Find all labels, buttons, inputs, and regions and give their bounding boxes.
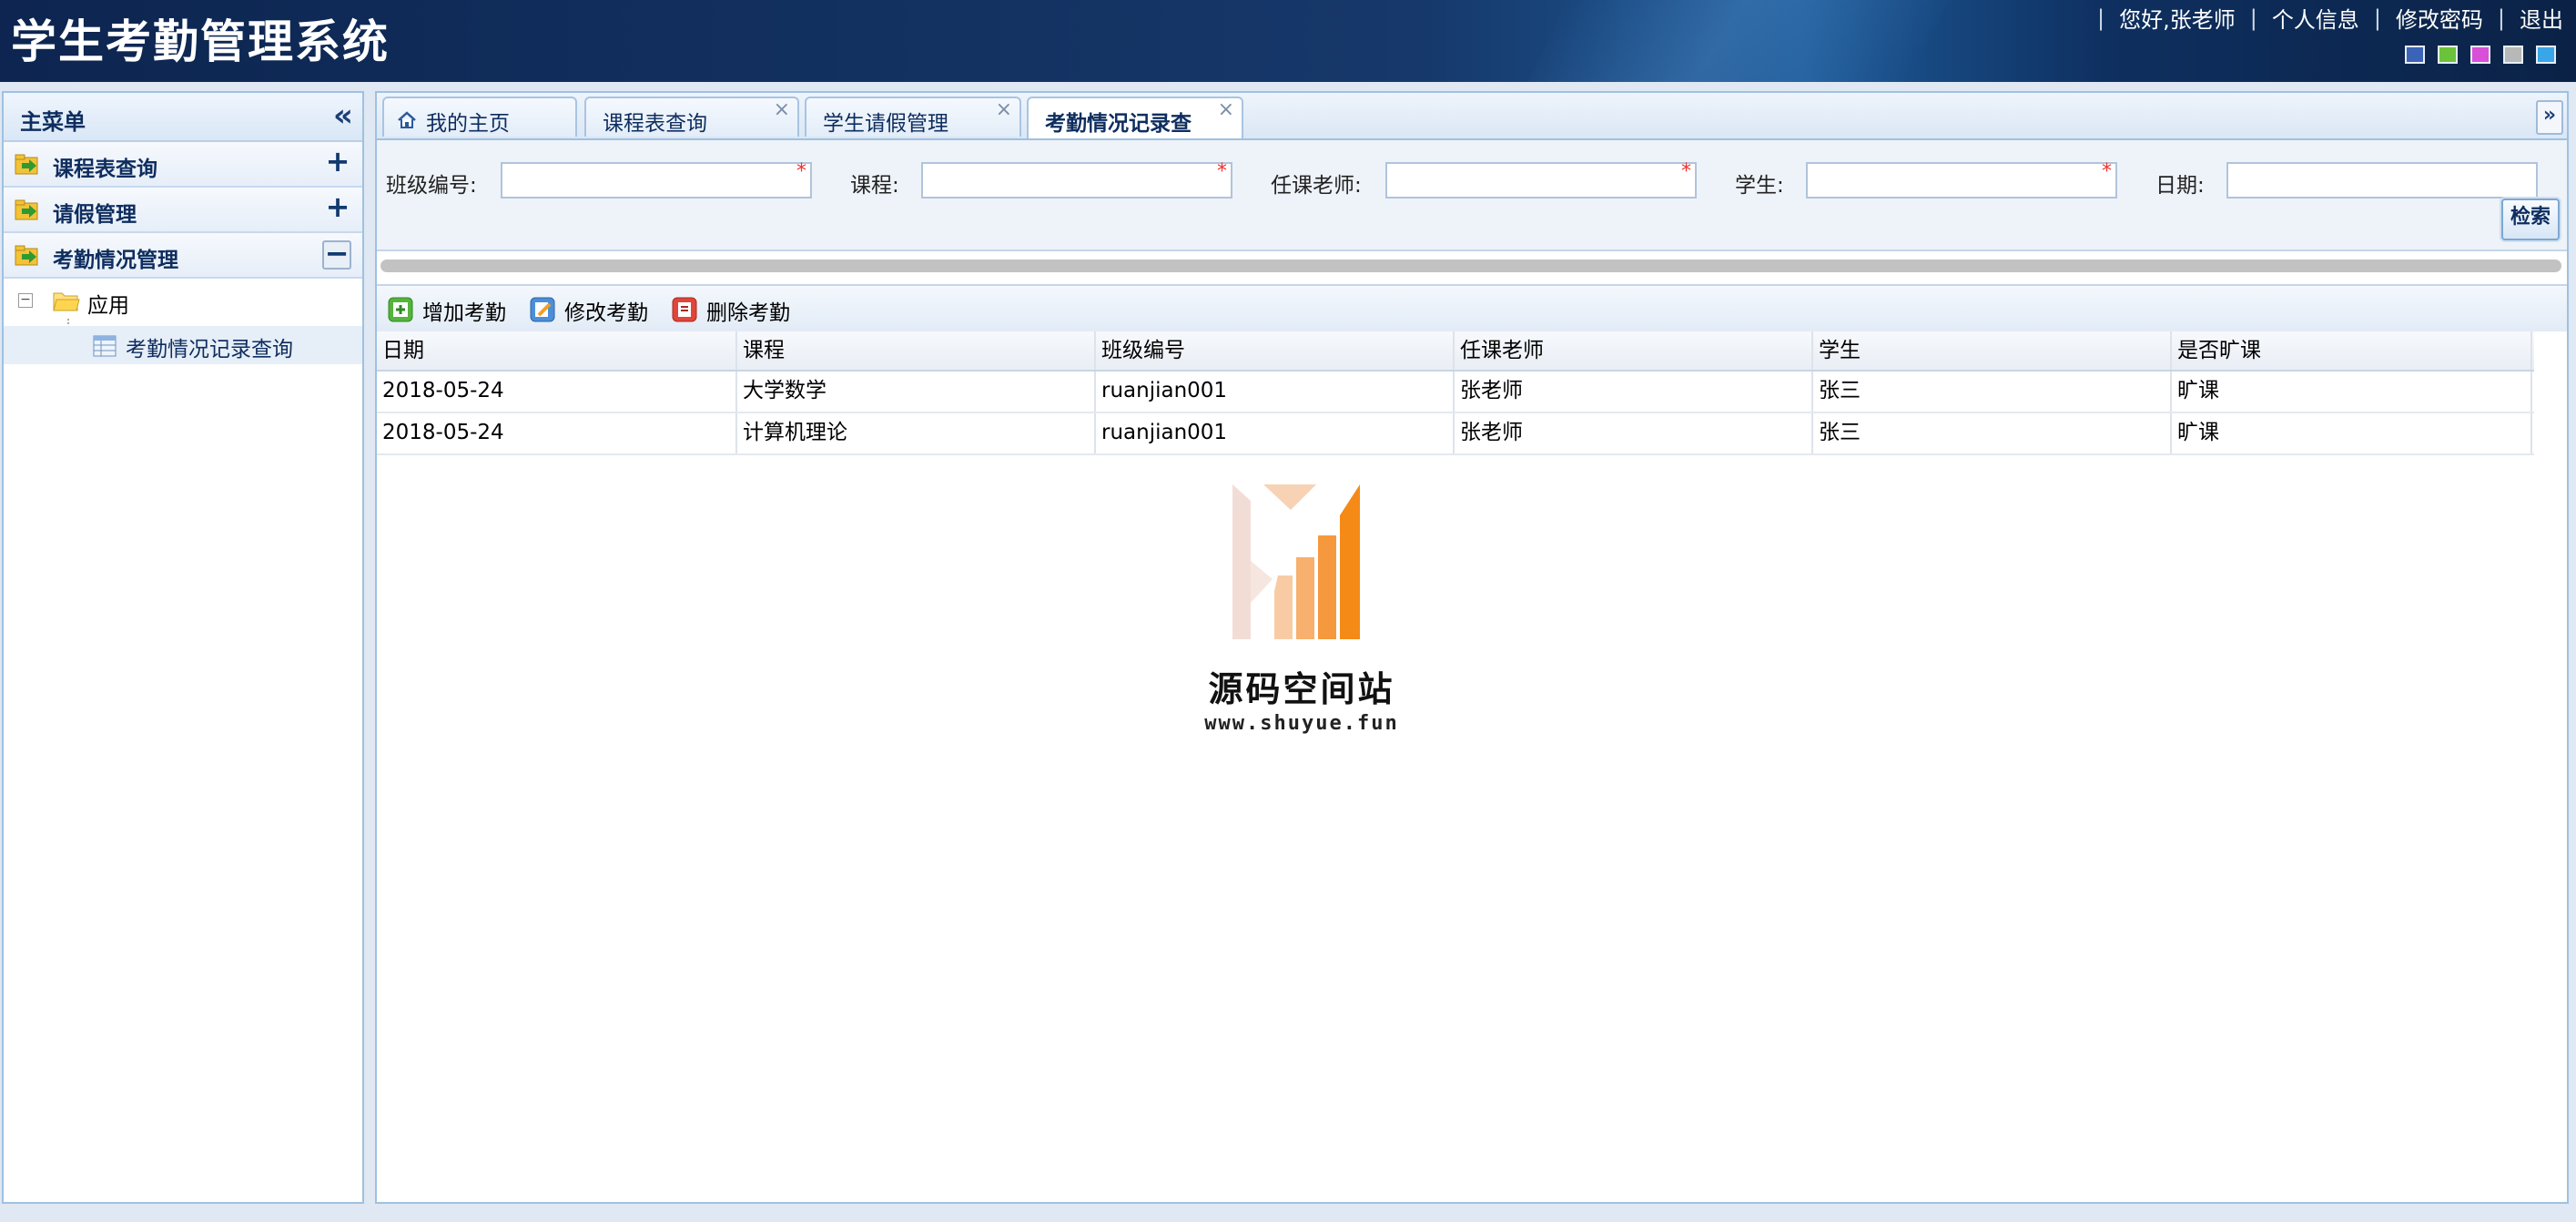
logout-link[interactable]: 退出 (2520, 2, 2563, 34)
column-header-student[interactable]: 学生 (1813, 331, 2172, 370)
theme-green-swatch[interactable] (2438, 46, 2458, 64)
home-icon (398, 111, 416, 128)
edit-icon (530, 297, 555, 322)
sidebar-section-attendance[interactable]: 考勤情况管理 − (4, 233, 362, 279)
close-icon[interactable]: × (774, 98, 790, 121)
add-icon (388, 297, 413, 322)
student-input[interactable]: * (1806, 160, 2119, 199)
tab-leave[interactable]: 学生请假管理 × (805, 97, 1021, 137)
tree-folder-label[interactable]: 应用 (87, 288, 129, 319)
cell-teacher: 张老师 (1455, 372, 1813, 412)
top-links: | 您好,张老师 | 个人信息 | 修改密码 | 退出 (2083, 2, 2563, 34)
sidebar: 主菜单 « 课程表查询 + 请假管理 + 考勤情况管理 − − 应用 考勤情况记… (2, 91, 364, 1204)
cell-absent: 旷课 (2172, 413, 2532, 453)
grid-toolbar: 增加考勤 修改考勤 删除考勤 (377, 284, 2567, 331)
cell-date: 2018-05-24 (377, 372, 737, 412)
tab-attendance-records[interactable]: 考勤情况记录查 × (1027, 97, 1243, 138)
theme-pink-swatch[interactable] (2470, 46, 2490, 64)
column-header-class-id[interactable]: 班级编号 (1096, 331, 1455, 370)
sidebar-section-label: 请假管理 (53, 203, 137, 227)
cell-teacher: 张老师 (1455, 413, 1813, 453)
search-panel: 班级编号: * 课程: * 任课老师: * 学生: * 日期: 检索 (377, 140, 2567, 251)
watermark-logo (1232, 484, 1360, 639)
folder-arrow-icon (15, 245, 38, 266)
column-header-teacher[interactable]: 任课老师 (1455, 331, 1813, 370)
folder-open-icon (53, 292, 80, 311)
watermark-url: www.shuyue.fun (1204, 712, 1399, 735)
table-icon (93, 335, 117, 357)
column-header-course[interactable]: 课程 (737, 331, 1096, 370)
close-icon[interactable]: × (1218, 98, 1234, 121)
change-password-link[interactable]: 修改密码 (2396, 2, 2483, 34)
watermark: 源码空间站 www.shuyue.fun (1183, 479, 1420, 743)
cell-course: 计算机理论 (737, 413, 1096, 453)
sidebar-section-label: 考勤情况管理 (53, 249, 178, 272)
search-button[interactable]: 检索 (2501, 199, 2560, 240)
horizontal-scrollbar[interactable] (380, 260, 2561, 272)
double-chevron-left-icon[interactable]: « (333, 100, 353, 131)
watermark-title: 源码空间站 (1208, 669, 1395, 709)
student-label: 学生: (1735, 174, 1784, 198)
sidebar-section-leave[interactable]: 请假管理 + (4, 188, 362, 233)
theme-blue-swatch[interactable] (2405, 46, 2425, 64)
app-title: 学生考勤管理系统 (11, 15, 390, 68)
column-header-date[interactable]: 日期 (377, 331, 737, 370)
course-label: 课程: (850, 174, 899, 198)
delete-icon (672, 297, 697, 322)
sidebar-header: 主菜单 « (4, 93, 362, 142)
cell-class-id: ruanjian001 (1096, 372, 1455, 412)
cell-absent: 旷课 (2172, 372, 2532, 412)
folder-arrow-icon (15, 199, 38, 220)
grid-header-row: 日期 课程 班级编号 任课老师 学生 是否旷课 (377, 331, 2534, 372)
chevron-double-down-icon[interactable]: » (2536, 100, 2563, 135)
main-panel: 我的主页 课程表查询 × 学生请假管理 × 考勤情况记录查 × » 班级编号: … (375, 91, 2569, 1204)
tree-item-label: 考勤情况记录查询 (126, 338, 293, 362)
expand-icon[interactable]: + (324, 147, 351, 176)
tab-home[interactable]: 我的主页 (382, 97, 577, 137)
sidebar-section-schedule[interactable]: 课程表查询 + (4, 142, 362, 188)
table-row[interactable]: 2018-05-24 大学数学 ruanjian001 张老师 张三 旷课 (377, 372, 2534, 413)
close-icon[interactable]: × (996, 98, 1012, 121)
folder-arrow-icon (15, 154, 38, 175)
attendance-grid: 日期 课程 班级编号 任课老师 学生 是否旷课 2018-05-24 大学数学 … (377, 331, 2534, 455)
tab-label: 考勤情况记录查 (1045, 112, 1192, 136)
tab-label: 我的主页 (426, 112, 510, 136)
tab-label: 学生请假管理 (823, 112, 948, 136)
greeting-text: 您好,张老师 (2119, 7, 2236, 33)
class-id-input[interactable]: * (501, 160, 814, 199)
date-input[interactable] (2226, 162, 2540, 199)
table-row[interactable]: 2018-05-24 计算机理论 ruanjian001 张老师 张三 旷课 (377, 413, 2534, 455)
cell-class-id: ruanjian001 (1096, 413, 1455, 453)
course-input[interactable]: * (921, 160, 1234, 199)
tab-schedule[interactable]: 课程表查询 × (584, 97, 799, 137)
collapse-icon[interactable]: − (322, 239, 351, 270)
teacher-input[interactable]: * (1385, 160, 1699, 199)
menu-tree: − 应用 考勤情况记录查询 (4, 279, 362, 366)
theme-lightblue-swatch[interactable] (2536, 46, 2556, 64)
theme-switcher (2405, 46, 2556, 64)
cell-student: 张三 (1813, 413, 2172, 453)
column-header-absent[interactable]: 是否旷课 (2172, 331, 2532, 370)
date-label: 日期: (2155, 174, 2205, 198)
tab-bar: 我的主页 课程表查询 × 学生请假管理 × 考勤情况记录查 × » (377, 93, 2567, 140)
tree-collapse-icon[interactable]: − (18, 293, 33, 308)
profile-link[interactable]: 个人信息 (2272, 2, 2359, 34)
cell-student: 张三 (1813, 372, 2172, 412)
cell-course: 大学数学 (737, 372, 1096, 412)
sidebar-title: 主菜单 (20, 109, 86, 135)
expand-icon[interactable]: + (324, 192, 351, 221)
tree-item-attendance-records[interactable]: 考勤情况记录查询 (4, 326, 362, 364)
sidebar-section-label: 课程表查询 (53, 158, 157, 181)
cell-date: 2018-05-24 (377, 413, 737, 453)
theme-gray-swatch[interactable] (2503, 46, 2523, 64)
teacher-label: 任课老师: (1271, 174, 1362, 198)
class-id-label: 班级编号: (386, 174, 477, 198)
app-header: 学生考勤管理系统 | 您好,张老师 | 个人信息 | 修改密码 | 退出 (0, 0, 2576, 82)
tab-label: 课程表查询 (603, 112, 707, 136)
